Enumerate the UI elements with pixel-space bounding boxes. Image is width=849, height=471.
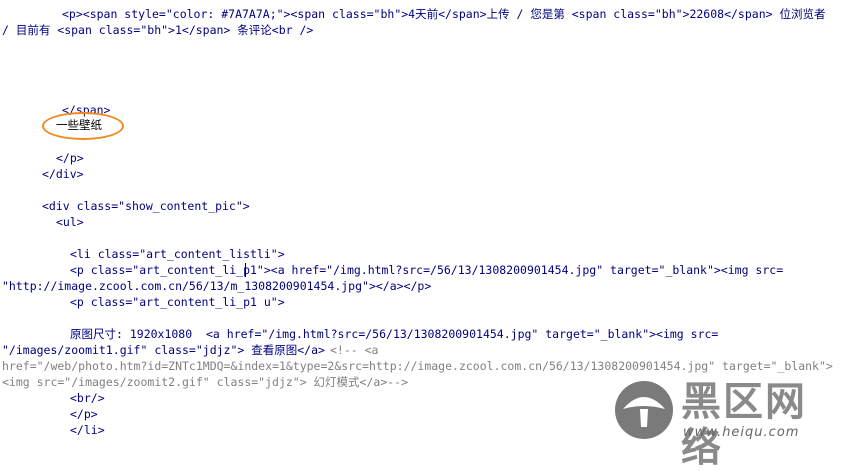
code-line-comment-1: href="/web/photo.htm?id=ZNTc1MDQ=&index=… (2, 359, 833, 373)
highlight-circle (42, 112, 124, 140)
code-line-1b: / 目前有 <span class="bh">1</span> 条评论<br /… (2, 23, 314, 37)
code-line-div-open: <div class="show_content_pic"> (42, 199, 250, 213)
code-line-p1a: <p class="art_content_li_p1"><a href="/i… (70, 263, 784, 277)
text-cursor (245, 263, 246, 277)
code-line-li: <li class="art_content_listli"> (70, 247, 285, 261)
code-line-p-close: </p> (56, 151, 84, 165)
code-line-size-b: "/images/zoomit1.gif" class="jdjz"> 查看原图… (2, 343, 325, 357)
code-line-li-close: </li> (70, 423, 105, 437)
code-line-size-c: <!-- <a (330, 343, 379, 357)
code-line-br: <br/> (70, 391, 105, 405)
code-line-div-close: </div> (42, 167, 84, 181)
code-line-p-close-2: </p> (70, 407, 98, 421)
code-line-size-a: 原图尺寸: 1920x1080 <a href="/img.html?src=/… (70, 327, 719, 341)
code-line-p1b: "http://image.zcool.com.cn/56/13/m_13082… (2, 279, 432, 293)
code-line-comment-2: <img src="/images/zoomit2.gif" class="jd… (2, 375, 409, 389)
code-line-ul: <ul> (56, 215, 84, 229)
watermark: 黑区网络 www.heiqu.com (613, 379, 843, 471)
mushroom-logo-icon (615, 381, 673, 439)
watermark-url: www.heiqu.com (683, 425, 800, 440)
code-line-1a: <p><span style="color: #7A7A7A;"><span c… (62, 7, 826, 21)
code-line-p1u: <p class="art_content_li_p1 u"> (70, 295, 285, 309)
